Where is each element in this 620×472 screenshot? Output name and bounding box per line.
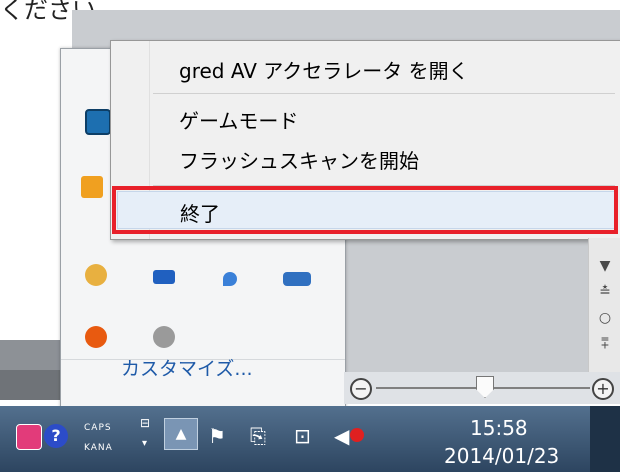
- clock-date[interactable]: 2014/01/23: [444, 444, 559, 468]
- scroll-browse-icon[interactable]: ○: [589, 310, 620, 326]
- ime-dropdown-icon[interactable]: ▾: [142, 438, 147, 449]
- clock-time[interactable]: 15:58: [470, 416, 528, 440]
- kana-indicator: KANA: [84, 443, 113, 453]
- zoom-out-button[interactable]: −: [350, 378, 372, 400]
- menu-separator: [153, 93, 615, 94]
- menu-item-game-mode[interactable]: ゲームモード: [179, 105, 298, 134]
- volume-muted-icon: [350, 428, 364, 442]
- gray-app-icon[interactable]: [153, 326, 175, 348]
- power-icon[interactable]: ⎘: [250, 424, 266, 448]
- help-icon[interactable]: ?: [44, 424, 68, 448]
- zoom-slider-thumb[interactable]: [476, 376, 494, 398]
- menu-item-flash-scan[interactable]: フラッシュスキャンを開始: [179, 145, 419, 174]
- scroll-down-arrow-icon[interactable]: ▼: [589, 258, 620, 274]
- network-icon[interactable]: ⊡: [294, 424, 311, 448]
- app-icon-blue-bar[interactable]: [283, 272, 311, 286]
- gred-av-icon[interactable]: [85, 264, 107, 286]
- highlight-annotation: [112, 186, 618, 234]
- app-icon-dark-blue[interactable]: [153, 270, 175, 284]
- zoom-slider-bar: − +: [344, 372, 620, 404]
- show-desktop-button[interactable]: [590, 406, 620, 472]
- show-hidden-icons-button[interactable]: ▲: [164, 418, 198, 450]
- customize-link[interactable]: カスタマイズ...: [121, 354, 253, 381]
- action-center-flag-icon[interactable]: ⚑: [208, 424, 226, 448]
- taskbar: ? CAPS KANA ⊟ ▾ ▲ ⚑ ⎘ ⊡ ◀ 15:58 2014/01/…: [0, 406, 620, 472]
- menu-item-open-gred[interactable]: gred AV アクセラレータ を開く: [179, 55, 469, 84]
- app-icon-orange[interactable]: [81, 176, 103, 198]
- app-icon-blue[interactable]: [85, 109, 111, 135]
- antivirus-warning-icon[interactable]: [85, 326, 107, 348]
- shield-icon[interactable]: [223, 272, 237, 286]
- language-bar-icon[interactable]: [16, 424, 42, 450]
- vertical-scrollbar[interactable]: ▼ ≛ ○ ⩱: [588, 238, 620, 373]
- volume-icon[interactable]: ◀: [334, 424, 349, 448]
- ime-mode-icon[interactable]: ⊟: [140, 416, 150, 430]
- zoom-in-button[interactable]: +: [592, 378, 614, 400]
- scroll-page-up-icon[interactable]: ≛: [589, 284, 620, 300]
- scroll-page-down-icon[interactable]: ⩱: [589, 336, 620, 352]
